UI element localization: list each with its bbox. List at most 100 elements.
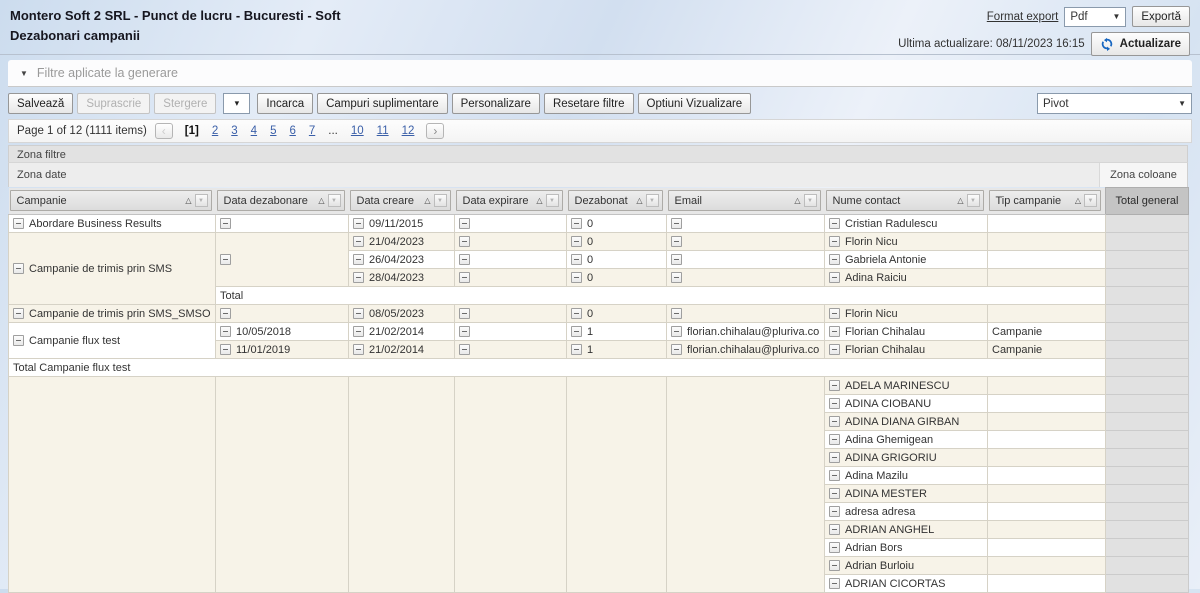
overwrite-button[interactable]: Suprascrie bbox=[77, 93, 150, 114]
collapse-icon[interactable] bbox=[829, 506, 840, 517]
collapse-icon[interactable] bbox=[829, 254, 840, 265]
load-button[interactable]: Incarca bbox=[257, 93, 313, 114]
collapse-icon[interactable] bbox=[13, 218, 24, 229]
filter-dropdown-icon[interactable]: ▼ bbox=[328, 194, 341, 207]
delete-button[interactable]: Stergere bbox=[154, 93, 216, 114]
collapse-icon[interactable] bbox=[353, 308, 364, 319]
collapse-icon[interactable] bbox=[353, 254, 364, 265]
column-header-data-creare[interactable]: Data creare△▼ bbox=[350, 190, 451, 211]
collapse-icon[interactable] bbox=[671, 218, 682, 229]
collapse-icon[interactable] bbox=[829, 416, 840, 427]
collapse-icon[interactable] bbox=[459, 254, 470, 265]
collapse-icon[interactable] bbox=[353, 344, 364, 355]
collapse-icon[interactable] bbox=[671, 236, 682, 247]
collapse-icon[interactable] bbox=[571, 308, 582, 319]
collapse-icon[interactable] bbox=[829, 470, 840, 481]
collapse-icon[interactable] bbox=[459, 272, 470, 283]
collapse-icon[interactable] bbox=[829, 524, 840, 535]
filter-dropdown-icon[interactable]: ▼ bbox=[804, 194, 817, 207]
filter-dropdown-icon[interactable]: ▼ bbox=[546, 194, 559, 207]
export-button[interactable]: Exportă bbox=[1132, 6, 1190, 27]
column-header-email[interactable]: Email△▼ bbox=[668, 190, 821, 211]
collapse-icon[interactable] bbox=[220, 308, 231, 319]
filter-dropdown-icon[interactable]: ▼ bbox=[646, 194, 659, 207]
collapse-icon[interactable] bbox=[220, 344, 231, 355]
filter-dropdown-icon[interactable]: ▼ bbox=[195, 194, 208, 207]
collapse-icon[interactable] bbox=[353, 272, 364, 283]
collapse-icon[interactable] bbox=[220, 218, 231, 229]
collapse-icon[interactable] bbox=[220, 326, 231, 337]
filter-dropdown-icon[interactable]: ▼ bbox=[1084, 194, 1097, 207]
collapse-icon[interactable] bbox=[571, 254, 582, 265]
collapse-icon[interactable] bbox=[13, 308, 24, 319]
collapse-icon[interactable] bbox=[459, 218, 470, 229]
collapse-icon[interactable] bbox=[459, 236, 470, 247]
personalize-button[interactable]: Personalizare bbox=[452, 93, 540, 114]
collapse-icon[interactable] bbox=[829, 488, 840, 499]
prev-page-button[interactable]: ‹ bbox=[155, 123, 173, 139]
collapse-icon[interactable] bbox=[353, 326, 364, 337]
collapse-icon[interactable] bbox=[829, 380, 840, 391]
collapse-icon[interactable] bbox=[829, 236, 840, 247]
collapse-icon[interactable] bbox=[459, 308, 470, 319]
filter-zone[interactable]: Zona filtre bbox=[8, 145, 1188, 163]
collapse-triangle-icon[interactable]: ▼ bbox=[20, 69, 28, 78]
view-mode-select[interactable]: Pivot ▼ bbox=[1037, 93, 1192, 114]
collapse-icon[interactable] bbox=[671, 344, 682, 355]
save-options-dropdown[interactable]: ▾ bbox=[223, 93, 250, 114]
collapse-icon[interactable] bbox=[13, 335, 24, 346]
collapse-icon[interactable] bbox=[353, 218, 364, 229]
collapse-icon[interactable] bbox=[829, 398, 840, 409]
page-link[interactable]: 12 bbox=[402, 125, 415, 137]
column-header-dezabonat[interactable]: Dezabonat△▼ bbox=[568, 190, 663, 211]
collapse-icon[interactable] bbox=[671, 272, 682, 283]
column-header-nume-contact[interactable]: Nume contact△▼ bbox=[826, 190, 984, 211]
collapse-icon[interactable] bbox=[829, 542, 840, 553]
collapse-icon[interactable] bbox=[829, 560, 840, 571]
collapse-icon[interactable] bbox=[571, 344, 582, 355]
collapse-icon[interactable] bbox=[671, 326, 682, 337]
collapse-icon[interactable] bbox=[571, 272, 582, 283]
collapse-icon[interactable] bbox=[671, 254, 682, 265]
refresh-button[interactable]: Actualizare bbox=[1091, 32, 1190, 56]
collapse-icon[interactable] bbox=[829, 434, 840, 445]
page-link[interactable]: 4 bbox=[251, 125, 257, 137]
column-header-data-dezabonare[interactable]: Data dezabonare△▼ bbox=[217, 190, 345, 211]
collapse-icon[interactable] bbox=[571, 326, 582, 337]
collapse-icon[interactable] bbox=[571, 236, 582, 247]
format-export-link[interactable]: Format export bbox=[987, 11, 1059, 23]
reset-filters-button[interactable]: Resetare filtre bbox=[544, 93, 634, 114]
page-link[interactable]: 3 bbox=[231, 125, 237, 137]
save-button[interactable]: Salvează bbox=[8, 93, 73, 114]
collapse-icon[interactable] bbox=[829, 272, 840, 283]
filters-panel-header[interactable]: ▼ Filtre aplicate la generare bbox=[8, 60, 1192, 87]
collapse-icon[interactable] bbox=[671, 308, 682, 319]
format-export-select[interactable]: Pdf ▼ bbox=[1064, 7, 1126, 27]
column-header-campanie[interactable]: Campanie△▼ bbox=[10, 190, 212, 211]
page-link[interactable]: 10 bbox=[351, 125, 364, 137]
filter-dropdown-icon[interactable]: ▼ bbox=[434, 194, 447, 207]
filter-dropdown-icon[interactable]: ▼ bbox=[967, 194, 980, 207]
column-header-tip-campanie[interactable]: Tip campanie△▼ bbox=[989, 190, 1102, 211]
collapse-icon[interactable] bbox=[220, 254, 231, 265]
collapse-icon[interactable] bbox=[829, 218, 840, 229]
collapse-icon[interactable] bbox=[13, 263, 24, 274]
page-link[interactable]: 7 bbox=[309, 125, 315, 137]
collapse-icon[interactable] bbox=[459, 344, 470, 355]
collapse-icon[interactable] bbox=[829, 452, 840, 463]
column-header-data-expirare[interactable]: Data expirare△▼ bbox=[456, 190, 563, 211]
view-options-button[interactable]: Optiuni Vizualizare bbox=[638, 93, 752, 114]
collapse-icon[interactable] bbox=[459, 326, 470, 337]
next-page-button[interactable]: › bbox=[426, 123, 444, 139]
collapse-icon[interactable] bbox=[571, 218, 582, 229]
page-link[interactable]: 6 bbox=[289, 125, 295, 137]
page-link[interactable]: 2 bbox=[212, 125, 218, 137]
collapse-icon[interactable] bbox=[353, 236, 364, 247]
collapse-icon[interactable] bbox=[829, 308, 840, 319]
collapse-icon[interactable] bbox=[829, 326, 840, 337]
collapse-icon[interactable] bbox=[829, 344, 840, 355]
collapse-icon[interactable] bbox=[829, 578, 840, 589]
page-link[interactable]: 5 bbox=[270, 125, 276, 137]
extra-fields-button[interactable]: Campuri suplimentare bbox=[317, 93, 448, 114]
page-link[interactable]: 11 bbox=[377, 125, 389, 137]
